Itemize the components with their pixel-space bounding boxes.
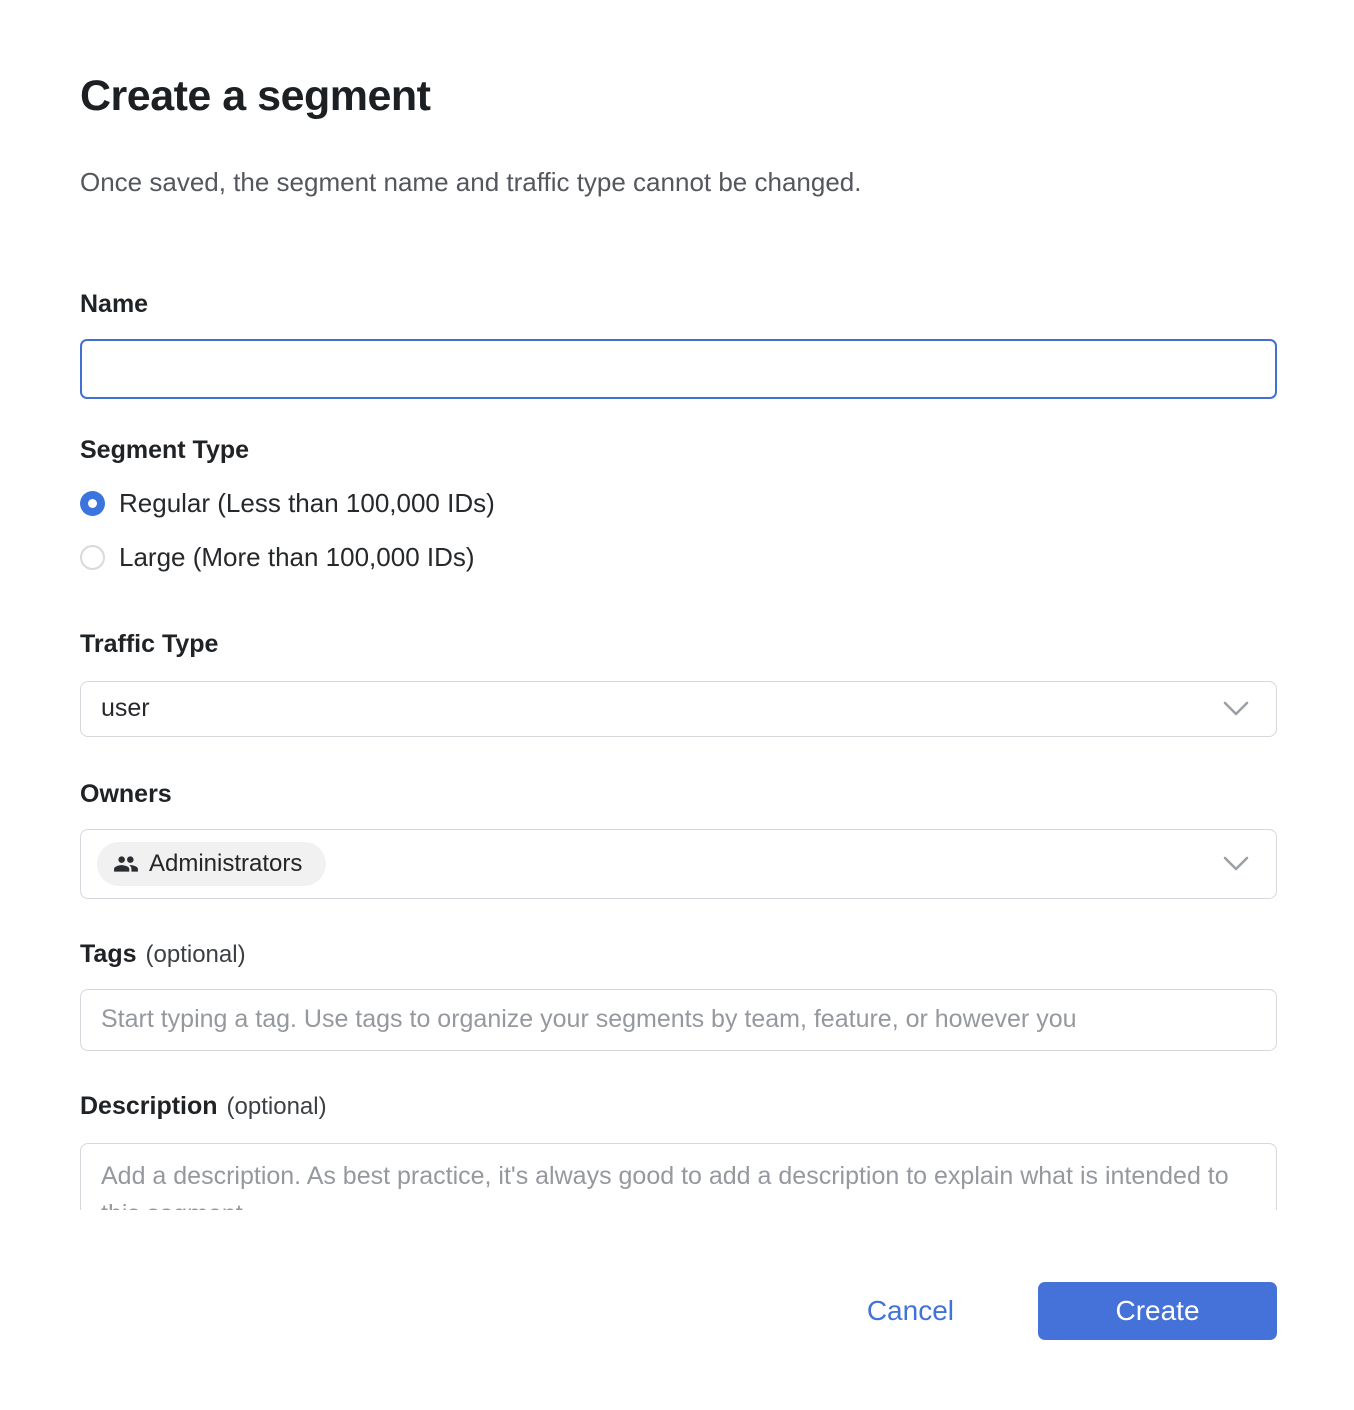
owners-select[interactable]: Administrators xyxy=(80,829,1277,899)
page-title: Create a segment xyxy=(80,0,1277,121)
radio-option-large[interactable]: Large (More than 100,000 IDs) xyxy=(80,542,1277,573)
radio-option-regular-label: Regular (Less than 100,000 IDs) xyxy=(119,488,495,519)
owners-label: Owners xyxy=(80,779,1277,809)
traffic-type-select[interactable]: user xyxy=(80,681,1277,737)
tags-optional-note: (optional) xyxy=(146,941,246,969)
description-label: Description xyxy=(80,1091,218,1121)
tags-label: Tags xyxy=(80,939,137,969)
owners-field: Owners Administrators xyxy=(80,779,1277,899)
chevron-down-icon xyxy=(1222,855,1250,873)
cancel-button[interactable]: Cancel xyxy=(867,1295,954,1327)
radio-option-regular[interactable]: Regular (Less than 100,000 IDs) xyxy=(80,488,1277,519)
radio-option-large-label: Large (More than 100,000 IDs) xyxy=(119,542,475,573)
radio-selected-icon[interactable] xyxy=(80,491,105,516)
description-field: Description (optional) xyxy=(80,1091,1277,1210)
description-textarea[interactable] xyxy=(80,1143,1277,1210)
tags-input[interactable] xyxy=(80,989,1277,1051)
chevron-down-icon xyxy=(1222,700,1250,718)
traffic-type-field: Traffic Type user xyxy=(80,629,1277,737)
name-input[interactable] xyxy=(80,339,1277,399)
name-field: Name xyxy=(80,289,1277,399)
owners-chip-label: Administrators xyxy=(149,850,302,878)
name-label: Name xyxy=(80,289,1277,319)
create-button[interactable]: Create xyxy=(1038,1282,1277,1340)
create-segment-dialog: Create a segment Once saved, the segment… xyxy=(0,0,1354,1340)
segment-type-field: Segment Type Regular (Less than 100,000 … xyxy=(80,435,1277,573)
traffic-type-label: Traffic Type xyxy=(80,629,1277,659)
description-optional-note: (optional) xyxy=(227,1093,327,1121)
description-clip-region xyxy=(80,1143,1277,1210)
traffic-type-value: user xyxy=(101,694,150,723)
dialog-subtitle: Once saved, the segment name and traffic… xyxy=(80,167,1277,198)
radio-unselected-icon[interactable] xyxy=(80,545,105,570)
tags-field: Tags (optional) xyxy=(80,939,1277,1051)
dialog-footer: Cancel Create xyxy=(80,1282,1277,1340)
people-icon xyxy=(113,851,139,877)
owners-chip-administrators[interactable]: Administrators xyxy=(97,842,326,886)
segment-type-label: Segment Type xyxy=(80,435,1277,465)
